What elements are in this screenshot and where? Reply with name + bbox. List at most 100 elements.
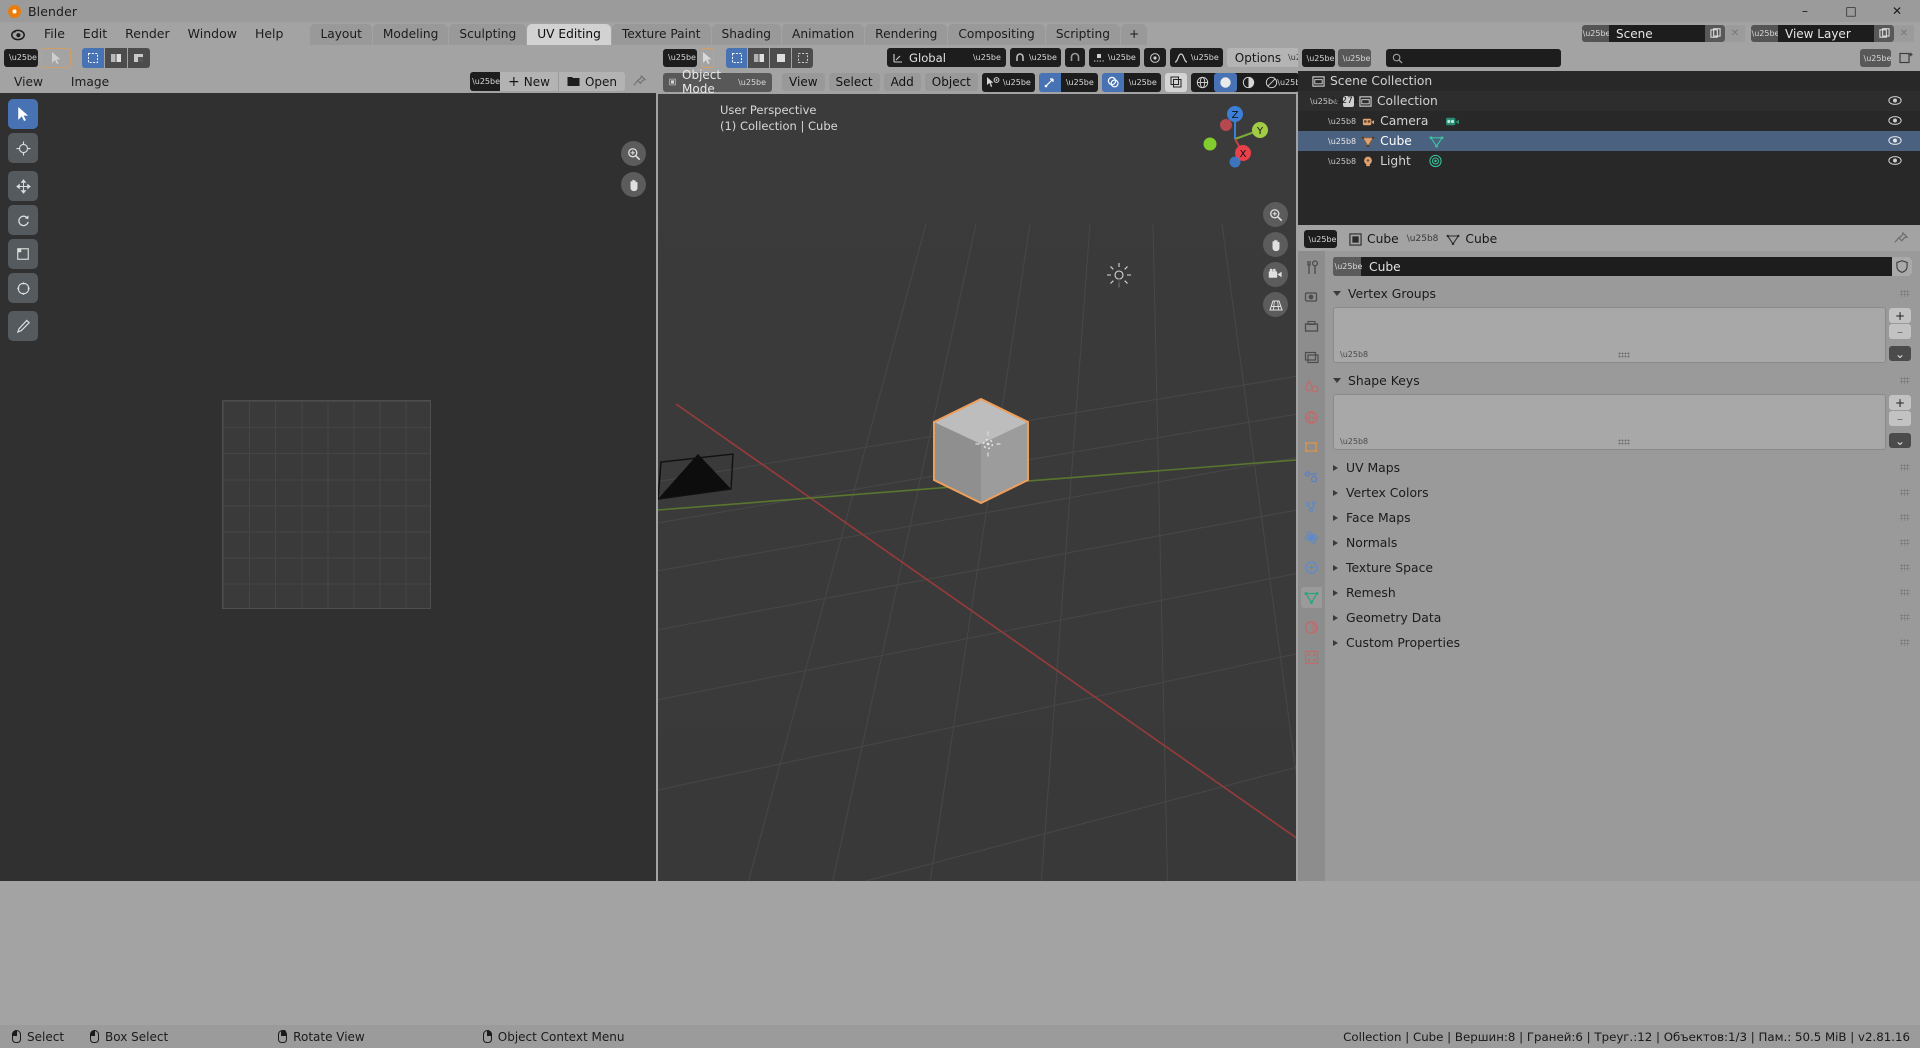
workspace-tab-uv-editing[interactable]: UV Editing — [527, 24, 611, 45]
uv-menu-image[interactable]: Image — [63, 73, 117, 91]
minimize-button[interactable]: – — [1782, 0, 1828, 22]
shading-dropdown[interactable]: \u25be — [1277, 73, 1305, 92]
uv-cursor-tool-indicator[interactable] — [41, 47, 71, 68]
workspace-tab-texture-paint[interactable]: Texture Paint — [611, 24, 711, 45]
properties-tab-physics[interactable] — [1301, 527, 1322, 548]
light-data-icon[interactable] — [1428, 154, 1443, 168]
menu-window[interactable]: Window — [179, 23, 246, 44]
interaction-mode-dropdown[interactable]: Object Mode \u25be — [663, 68, 773, 96]
properties-tab-render[interactable] — [1301, 287, 1322, 308]
properties-tab-viewlayer[interactable] — [1301, 347, 1322, 368]
outliner-search-input[interactable] — [1386, 49, 1561, 67]
workspace-tab-layout[interactable]: Layout — [310, 24, 372, 45]
vertex-group-specials-button[interactable]: ⌄ — [1889, 346, 1911, 361]
workspace-tab-shading[interactable]: Shading — [711, 24, 782, 45]
properties-editor-type-button[interactable]: \u25be — [1304, 230, 1337, 248]
uv-select-mode-face[interactable] — [128, 47, 150, 68]
properties-tab-object[interactable] — [1301, 437, 1322, 458]
uv-select-mode-edge[interactable] — [105, 47, 127, 68]
gizmo-dropdown[interactable]: \u25be — [1060, 72, 1098, 92]
viewport-cursor-indicator[interactable] — [701, 47, 714, 68]
viewlayer-name[interactable]: View Layer — [1778, 25, 1874, 42]
shape-key-specials-button[interactable]: ⌄ — [1889, 433, 1911, 448]
shading-solid[interactable] — [1213, 72, 1237, 92]
workspace-tab-compositing[interactable]: Compositing — [948, 24, 1045, 45]
xray-toggle[interactable] — [1164, 72, 1187, 92]
uv-tool-transform[interactable] — [8, 273, 38, 303]
properties-tab-particles[interactable] — [1301, 497, 1322, 518]
unlink-viewlayer-button[interactable]: ✕ — [1894, 25, 1914, 42]
viewport-menu-object[interactable]: Object — [924, 73, 978, 91]
properties-tab-data[interactable] — [1301, 587, 1322, 608]
menu-render[interactable]: Render — [116, 23, 179, 44]
scene-icon[interactable]: \u25be — [1582, 25, 1610, 42]
expand-triangle-right-icon[interactable]: \u25b8 — [1328, 157, 1356, 166]
panel-header-vertex-groups[interactable]: Vertex Groups — [1333, 284, 1912, 303]
viewport-editor-type-button[interactable]: \u25be — [663, 48, 697, 67]
list-resize-grip[interactable] — [1617, 438, 1630, 445]
add-vertex-group-button[interactable]: + — [1889, 308, 1911, 323]
fake-user-icon[interactable] — [1892, 257, 1912, 276]
panel-header-face-maps[interactable]: Face Maps — [1333, 508, 1912, 527]
navigation-gizmo[interactable]: Z Y X — [1196, 100, 1274, 178]
properties-tab-tool[interactable] — [1301, 257, 1322, 278]
snap-element-dropdown[interactable]: \u25be — [1088, 48, 1140, 67]
select-mode-edge[interactable] — [748, 47, 769, 68]
uv-menu-view[interactable]: View — [6, 73, 51, 91]
new-image-button[interactable]: + New — [500, 72, 558, 91]
properties-tab-texture[interactable] — [1301, 647, 1322, 668]
select-mode-island[interactable] — [792, 47, 813, 68]
scene-name[interactable]: Scene — [1609, 25, 1705, 42]
uv-image-grid[interactable] — [222, 400, 431, 609]
hand-icon[interactable] — [621, 172, 646, 197]
visibility-eye-icon[interactable] — [1888, 94, 1902, 107]
object-type-visibility-dropdown[interactable]: \u25be — [981, 72, 1035, 92]
mesh-data-icon[interactable]: \u25be — [1333, 257, 1362, 276]
proportional-falloff-dropdown[interactable]: \u25be — [1169, 48, 1223, 67]
properties-tab-constraints[interactable] — [1301, 557, 1322, 578]
viewport-canvas[interactable]: User Perspective (1) Collection | Cube Z… — [658, 94, 1296, 881]
outliner-editor-type-button[interactable]: \u25be — [1302, 49, 1335, 67]
camera-icon[interactable] — [1263, 262, 1288, 287]
visibility-eye-icon[interactable] — [1888, 114, 1902, 127]
remove-shape-key-button[interactable]: – — [1889, 411, 1911, 426]
select-mode-vertex[interactable] — [726, 47, 747, 68]
panel-header-shape-keys[interactable]: Shape Keys — [1333, 371, 1912, 390]
viewport-menu-view[interactable]: View — [782, 73, 825, 91]
blender-menu-icon[interactable] — [10, 26, 26, 42]
workspace-tab-sculpting[interactable]: Sculpting — [449, 24, 527, 45]
viewlayer-datablock[interactable]: \u25be View Layer ✕ — [1751, 25, 1914, 42]
show-gizmo-toggle[interactable] — [1038, 72, 1061, 92]
panel-header-normals[interactable]: Normals — [1333, 533, 1912, 552]
uv-tool-scale[interactable] — [8, 239, 38, 269]
new-scene-button[interactable] — [1705, 25, 1725, 42]
uv-canvas[interactable] — [0, 93, 656, 881]
zoom-icon[interactable] — [1263, 202, 1288, 227]
maximize-button[interactable]: □ — [1828, 0, 1874, 22]
uv-select-mode-vertex[interactable] — [82, 47, 104, 68]
outliner-row-cube[interactable]: \u25b8 Cube — [1298, 131, 1920, 151]
unlink-scene-button[interactable]: ✕ — [1725, 25, 1745, 42]
panel-header-geometry-data[interactable]: Geometry Data — [1333, 608, 1912, 627]
shape-keys-list[interactable]: \u25b8 + – ⌄ — [1333, 394, 1911, 450]
viewport-menu-add[interactable]: Add — [883, 73, 921, 91]
properties-tab-world[interactable] — [1301, 407, 1322, 428]
visibility-eye-icon[interactable] — [1888, 154, 1902, 167]
uv-tool-annotate[interactable] — [8, 311, 38, 341]
properties-tab-material[interactable] — [1301, 617, 1322, 638]
mesh-data-icon[interactable] — [1429, 135, 1444, 148]
ortho-persp-icon[interactable] — [1263, 292, 1288, 317]
hand-icon[interactable] — [1263, 232, 1288, 257]
panel-header-vertex-colors[interactable]: Vertex Colors — [1333, 483, 1912, 502]
transform-orientation-dropdown[interactable]: Global \u25be — [887, 48, 1006, 67]
new-collection-icon[interactable] — [1896, 51, 1916, 65]
outliner-row-collection[interactable]: \u25be \u2713 Collection — [1298, 91, 1920, 111]
breadcrumb-object-label[interactable]: Cube — [1367, 232, 1399, 246]
show-overlays-toggle[interactable] — [1101, 72, 1124, 92]
add-shape-key-button[interactable]: + — [1889, 395, 1911, 410]
image-datablock-icon[interactable]: \u25be — [470, 72, 501, 91]
viewport-menu-select[interactable]: Select — [828, 73, 880, 91]
viewlayer-icon[interactable]: \u25be — [1751, 25, 1779, 42]
uv-tool-rotate[interactable] — [8, 205, 38, 235]
expand-triangle-right-icon[interactable]: \u25b8 — [1328, 137, 1356, 146]
